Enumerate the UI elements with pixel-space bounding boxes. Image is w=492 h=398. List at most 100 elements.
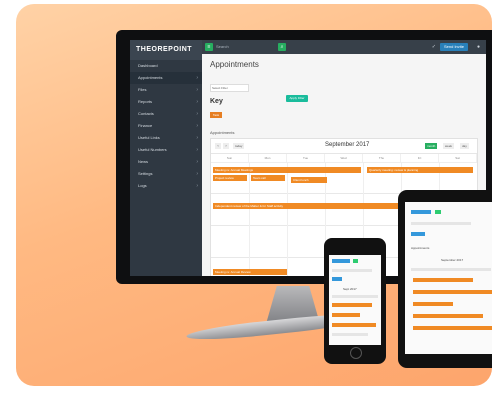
appointments-label: Appointments	[210, 130, 235, 135]
chevron-right-icon: ›	[196, 135, 198, 141]
chevron-right-icon: ›	[196, 75, 198, 81]
phone-event	[332, 303, 372, 307]
sidebar-item-dashboard[interactable]: Dashboard	[130, 60, 202, 72]
tablet-row	[411, 268, 491, 271]
tablet-button	[411, 232, 425, 236]
prev-month-button[interactable]: ‹	[215, 143, 221, 149]
invite-button[interactable]: Send Invite	[440, 43, 468, 51]
sidebar-item-label: Logs	[138, 183, 147, 188]
hero-background: THEOREPOINT Dashboard Appointments › File…	[16, 4, 492, 386]
sidebar-item-contacts[interactable]: Contacts ›	[130, 108, 202, 120]
phone-header-bar	[332, 259, 350, 263]
phone-month-title: Sept 2017	[343, 287, 357, 291]
chevron-right-icon: ›	[225, 143, 227, 148]
chevron-left-icon: ‹	[217, 143, 219, 148]
view-day-button[interactable]: day	[460, 143, 469, 149]
tablet-event	[413, 326, 492, 330]
sidebar-item-label: Useful Links	[138, 135, 160, 140]
user-icon[interactable]: ●	[477, 43, 480, 51]
calendar-event[interactable]: Client lunch	[291, 177, 327, 183]
menu-toggle-button[interactable]: ≡	[205, 43, 213, 51]
calendar-event[interactable]: Project review	[213, 175, 247, 181]
sidebar-item-label: Contacts	[138, 111, 154, 116]
top-bar: ≡ Search ⌕ ✓ Send Invite ●	[202, 40, 486, 54]
phone-row	[332, 333, 368, 336]
calendar-event[interactable]: Quarterly meeting: review & planning	[367, 167, 473, 173]
weekday-label: Wed	[325, 154, 363, 162]
calendar-event[interactable]: Meeting re: Annual Review	[213, 269, 287, 275]
sidebar-item-label: News	[138, 159, 149, 164]
weekday-header: Sun Mon Tue Wed Thu Fri Sat	[211, 154, 477, 163]
sidebar-item-label: Files	[138, 87, 147, 92]
tablet-device: Appointments September 2017	[398, 190, 492, 368]
sidebar-item-label: Dashboard	[138, 63, 158, 68]
chevron-right-icon: ›	[196, 123, 198, 129]
phone-event	[332, 323, 376, 327]
phone-row	[332, 269, 372, 272]
grid-icon: ≡	[207, 44, 211, 50]
calendar-event[interactable]: Team call	[251, 175, 285, 181]
weekday-label: Tue	[287, 154, 325, 162]
tablet-screen: Appointments September 2017	[405, 202, 492, 354]
sidebar-item-files[interactable]: Files ›	[130, 84, 202, 96]
tablet-row	[411, 222, 471, 225]
key-heading: Key	[210, 98, 223, 105]
filter-select[interactable]: Select Filter	[210, 84, 249, 92]
weekday-label: Fri	[401, 154, 439, 162]
tablet-event	[413, 290, 492, 294]
sidebar-item-settings[interactable]: Settings ›	[130, 168, 202, 180]
search-button[interactable]: ⌕	[278, 43, 286, 51]
sidebar: THEOREPOINT Dashboard Appointments › File…	[130, 40, 202, 276]
sidebar-item-logs[interactable]: Logs ›	[130, 180, 202, 192]
phone-screen: Sept 2017	[329, 255, 381, 345]
search-input[interactable]: Search	[216, 43, 274, 51]
weekday-label: Sun	[211, 154, 249, 162]
day-divider	[249, 163, 250, 276]
tablet-event	[413, 278, 473, 282]
phone-button	[353, 259, 358, 263]
tablet-header-bar	[411, 210, 431, 214]
sidebar-item-label: Useful Numbers	[138, 147, 167, 152]
weekday-label: Sat	[439, 154, 477, 162]
chevron-right-icon: ›	[196, 99, 198, 105]
calendar-event[interactable]: Meeting re: Annual Meetings	[213, 167, 361, 173]
calendar-header: ‹ › today September 2017 month week day	[211, 139, 477, 154]
weekday-label: Mon	[249, 154, 287, 162]
phone-home-button	[350, 347, 362, 359]
sidebar-item-label: Appointments	[138, 75, 163, 80]
sidebar-item-news[interactable]: News ›	[130, 156, 202, 168]
sidebar-item-useful-links[interactable]: Useful Links ›	[130, 132, 202, 144]
phone-row	[332, 295, 378, 298]
app-logo: THEOREPOINT	[130, 40, 202, 60]
chevron-right-icon: ›	[196, 183, 198, 189]
tablet-button	[435, 210, 441, 214]
phone-device: Sept 2017	[324, 238, 386, 364]
sidebar-item-useful-numbers[interactable]: Useful Numbers ›	[130, 144, 202, 156]
chevron-right-icon: ›	[196, 111, 198, 117]
sidebar-item-reports[interactable]: Reports ›	[130, 96, 202, 108]
chevron-right-icon: ›	[196, 159, 198, 165]
chevron-right-icon: ›	[196, 147, 198, 153]
sidebar-item-label: Reports	[138, 99, 153, 104]
next-month-button[interactable]: ›	[223, 143, 229, 149]
page-title: Appointments	[210, 60, 259, 69]
tablet-month-title: September 2017	[441, 258, 464, 262]
check-icon[interactable]: ✓	[432, 43, 436, 51]
chevron-right-icon: ›	[196, 171, 198, 177]
view-month-button[interactable]: month	[425, 143, 438, 149]
today-button[interactable]: today	[233, 143, 245, 149]
phone-event	[332, 313, 360, 317]
phone-button	[332, 277, 342, 281]
search-icon: ⌕	[280, 44, 284, 50]
chevron-right-icon: ›	[196, 87, 198, 93]
apply-filter-button[interactable]: Apply Filter	[286, 95, 308, 102]
sidebar-item-appointments[interactable]: Appointments ›	[130, 72, 202, 84]
sidebar-item-finance[interactable]: Finance ›	[130, 120, 202, 132]
sidebar-item-label: Finance	[138, 123, 153, 128]
view-week-button[interactable]: week	[443, 143, 455, 149]
day-divider	[287, 163, 288, 276]
weekday-label: Thu	[363, 154, 401, 162]
tablet-event	[413, 314, 483, 318]
calendar-month-title: September 2017	[325, 142, 370, 148]
sidebar-item-label: Settings	[138, 171, 153, 176]
